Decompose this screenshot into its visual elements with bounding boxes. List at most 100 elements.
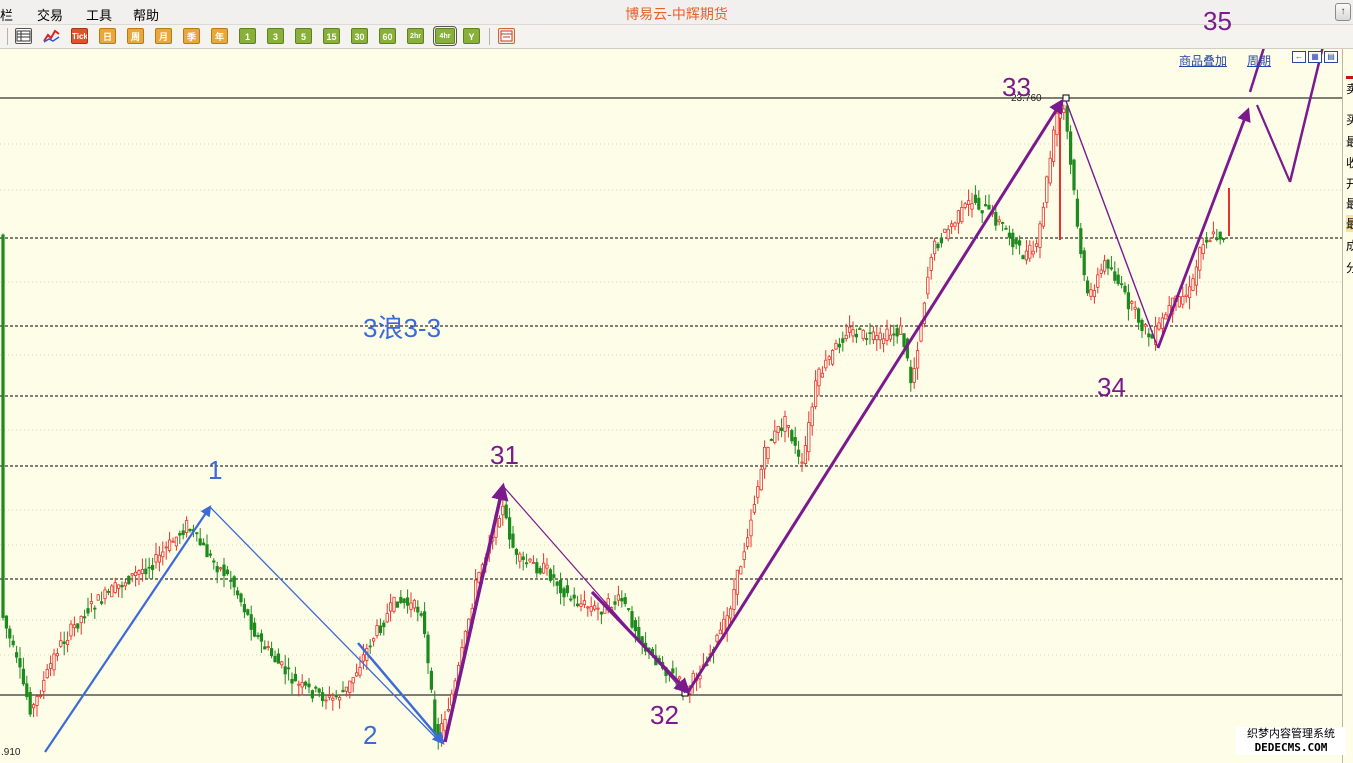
candle-body: [167, 539, 172, 551]
candle-body: [412, 599, 417, 609]
candle-body: [572, 594, 576, 599]
hr2-button[interactable]: 2hr: [407, 28, 424, 44]
candle-body: [545, 564, 549, 569]
candle-body: [144, 568, 148, 575]
min3-button[interactable]: 3: [267, 28, 284, 44]
candle-body: [1096, 274, 1100, 288]
candle-body: [422, 611, 427, 634]
candle-body: [773, 430, 777, 443]
candle-body: [433, 699, 437, 734]
candle-body: [909, 366, 913, 384]
candle-body: [49, 663, 53, 669]
custom-period-button[interactable]: Y: [463, 28, 480, 44]
candle-body: [742, 551, 746, 560]
candle-body: [225, 569, 229, 575]
candle-body: [749, 519, 753, 537]
candle-body: [161, 551, 165, 558]
week-button[interactable]: 周: [127, 28, 144, 44]
line-chart-icon[interactable]: [43, 28, 60, 44]
day-button[interactable]: 日: [99, 28, 116, 44]
candle-body: [1052, 129, 1056, 162]
candle-body: [820, 372, 825, 378]
scroll-left-icon[interactable]: ←: [1292, 51, 1306, 63]
min60-button[interactable]: 60: [379, 28, 396, 44]
season-button[interactable]: 季: [183, 28, 200, 44]
hr4-button[interactable]: 4hr: [433, 26, 457, 46]
candle-body: [416, 606, 420, 613]
min5-button[interactable]: 5: [295, 28, 312, 44]
candle-body: [334, 694, 338, 698]
min15-button[interactable]: 15: [323, 28, 340, 44]
menu-item-0[interactable]: 栏: [0, 5, 13, 24]
menu-item-help[interactable]: 帮助: [133, 5, 159, 24]
wave-point-33-label: 33: [1002, 72, 1031, 102]
kline-chart[interactable]: [0, 49, 1342, 763]
candle-body: [327, 695, 332, 698]
candle-body: [123, 582, 127, 587]
calendar-icon[interactable]: [498, 28, 515, 44]
wave-35a-arrow: [1156, 107, 1251, 349]
candle-body: [181, 530, 185, 536]
candle-body: [1103, 260, 1107, 272]
split-view-icon[interactable]: ▦: [1308, 51, 1322, 63]
candle-body: [290, 678, 294, 684]
commodity-overlay-link[interactable]: 商品叠加: [1179, 52, 1227, 69]
min30-button[interactable]: 30: [351, 28, 368, 44]
month-button[interactable]: 月: [155, 28, 172, 44]
table-view-icon[interactable]: [15, 28, 32, 44]
candle-body: [402, 598, 406, 604]
candle-body: [59, 640, 63, 647]
candle-body: [810, 406, 814, 427]
candle-body: [1160, 317, 1164, 329]
candle-body: [235, 590, 240, 596]
candle-body: [599, 611, 604, 615]
candle-body: [1, 234, 5, 618]
candle-body: [759, 468, 763, 491]
candle-body: [269, 648, 274, 657]
candle-body: [242, 604, 246, 613]
year-button[interactable]: 年: [211, 28, 228, 44]
candle-body: [980, 210, 984, 214]
menu-item-tools[interactable]: 工具: [86, 5, 112, 24]
candle-body: [1201, 244, 1205, 254]
candle-body: [956, 210, 961, 224]
toolbar-separator: [489, 28, 490, 45]
candle-body: [273, 655, 277, 663]
candle-body: [8, 628, 12, 639]
candle-body: [1007, 232, 1012, 238]
candle-body: [1092, 290, 1096, 298]
candle-body: [565, 585, 570, 594]
candle-body: [246, 609, 250, 615]
period-link[interactable]: 周期: [1247, 52, 1271, 69]
candle-body: [1184, 294, 1188, 297]
candle-body: [259, 633, 264, 642]
candle-body: [844, 334, 848, 339]
candle-body: [293, 673, 298, 682]
candle-body: [1089, 289, 1093, 297]
candle-body: [1164, 314, 1168, 320]
candle-body: [83, 616, 87, 619]
menu-item-trade[interactable]: 交易: [37, 5, 63, 24]
window-control-button[interactable]: ↑: [1335, 3, 1351, 21]
candle-body: [1069, 131, 1073, 165]
candle-body: [892, 333, 896, 336]
candle-body: [297, 683, 301, 686]
candle-body: [103, 589, 107, 600]
candle-body: [341, 689, 345, 693]
candle-body: [164, 546, 168, 549]
candle-body: [113, 582, 117, 593]
candle-body: [1001, 222, 1005, 224]
candle-body: [1011, 232, 1015, 248]
candle-body: [875, 335, 879, 341]
candle-body: [1133, 306, 1137, 310]
candle-body: [249, 614, 253, 630]
panel-layout-icon[interactable]: ▤: [1324, 51, 1338, 63]
candle-body: [994, 211, 998, 226]
candle-body: [446, 709, 451, 712]
candle-body: [239, 593, 243, 603]
candle-body: [786, 425, 791, 428]
tick-button[interactable]: Tick: [71, 28, 88, 44]
min1-button[interactable]: 1: [239, 28, 256, 44]
candle-body: [1086, 280, 1090, 294]
candle-body: [1031, 250, 1035, 255]
